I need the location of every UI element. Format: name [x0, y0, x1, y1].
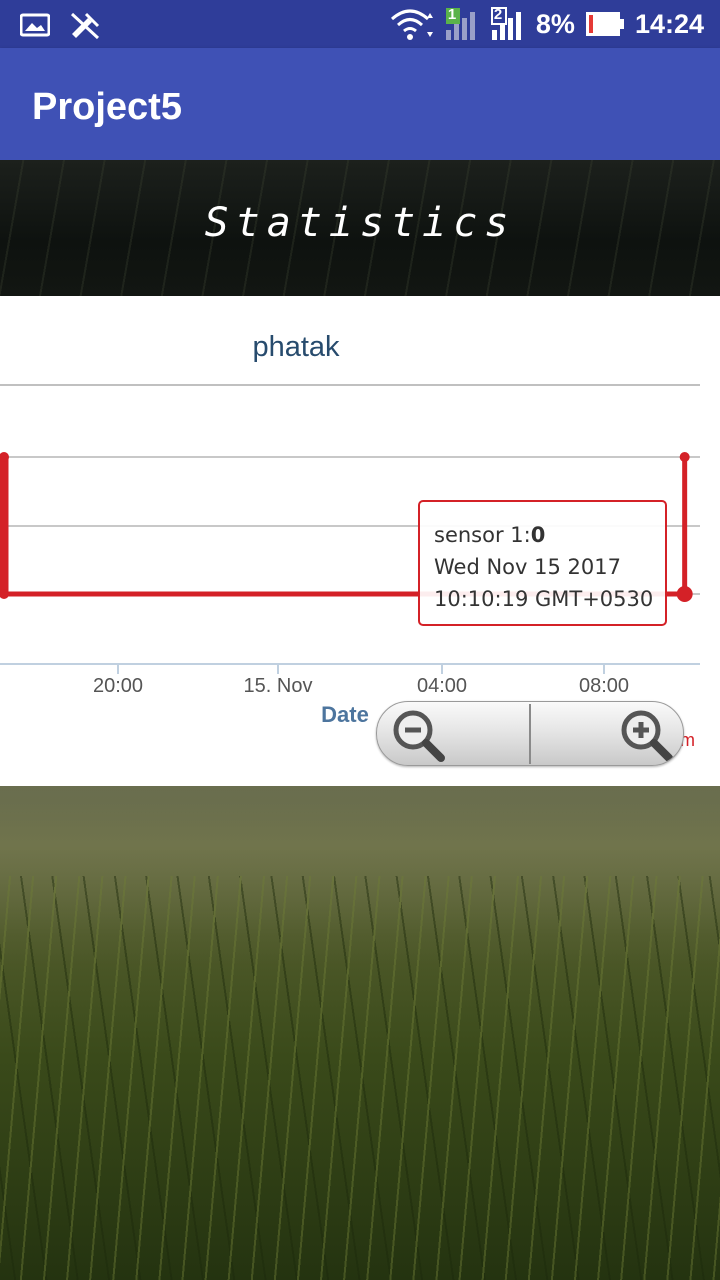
data-point[interactable]	[676, 586, 693, 602]
tooltip-time: 10:10:19 GMT+0530	[434, 587, 653, 611]
x-tick-label: 04:00	[417, 675, 467, 697]
zoom-in-icon	[621, 710, 673, 762]
wifi-icon	[390, 9, 433, 40]
status-bar: 1 2 8% 14:24	[0, 0, 720, 48]
zoom-in-button[interactable]	[531, 702, 683, 765]
x-tick-label: 15. Nov	[244, 675, 313, 697]
zoom-controls	[376, 701, 684, 766]
tooltip-date: Wed Nov 15 2017	[434, 555, 621, 579]
background-grass	[0, 876, 720, 1280]
app-bar: Project5	[0, 48, 720, 160]
signal-off-icon	[70, 12, 100, 40]
zoom-out-icon	[393, 710, 445, 762]
tooltip-value: 0	[531, 523, 546, 547]
x-axis-title: Date	[321, 702, 369, 727]
banner-title: Statistics	[204, 200, 516, 246]
data-point[interactable]	[679, 452, 690, 462]
clock: 14:24	[634, 8, 704, 39]
background-image	[0, 786, 720, 1280]
svg-text:sensor 1:0: sensor 1:0	[434, 523, 545, 547]
battery-icon	[585, 12, 624, 36]
image-icon	[20, 13, 50, 37]
statistics-banner: Statistics	[0, 160, 720, 296]
sim2-label: 2	[493, 6, 503, 23]
tooltip-series-label: sensor 1:	[434, 523, 531, 547]
zoom-out-button[interactable]	[377, 702, 529, 765]
x-tick-label: 20:00	[93, 675, 143, 697]
x-tick-label: 08:00	[579, 675, 629, 697]
battery-percent: 8%	[535, 8, 575, 39]
app-title: Project5	[32, 86, 182, 128]
chart-title: phatak	[252, 331, 340, 363]
sim1-label: 1	[447, 6, 457, 23]
tooltip: sensor 1:0 Wed Nov 15 2017 10:10:19 GMT+…	[418, 500, 667, 626]
